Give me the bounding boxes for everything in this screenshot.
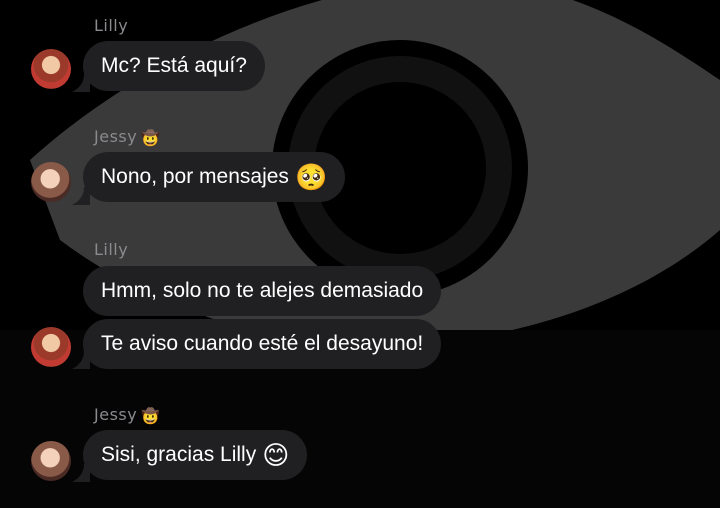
avatar[interactable] [31,49,71,89]
message-bubble[interactable]: Sisi, gracias Lilly 😊 [83,430,308,480]
message-bubble[interactable]: Nono, por mensajes 🥺 [83,152,346,202]
avatar[interactable] [31,441,71,481]
pleading-face-emoji-icon: 🥺 [294,162,328,192]
avatar[interactable] [31,162,71,202]
message-text: Nono, por mensajes [101,165,289,188]
message-text: Hmm, solo no te alejes demasiado [101,279,424,302]
message-text: Te aviso cuando esté el desayuno! [101,332,424,355]
sender-name: Jessy 🤠 [94,127,161,147]
avatar[interactable] [31,327,71,367]
message-text: Mc? Está aquí? [101,54,247,77]
message-text: Sisi, gracias Lilly [101,443,257,466]
message-bubble[interactable]: Te aviso cuando esté el desayuno! [83,319,442,369]
cowboy-emoji-icon: 🤠 [141,407,161,425]
message-bubble[interactable]: Hmm, solo no te alejes demasiado [83,266,442,316]
message-bubble[interactable]: Mc? Está aquí? [83,41,265,91]
smiling-face-emoji-icon: 😊 [262,440,290,470]
sender-name: Lilly [94,16,129,35]
sender-name: Lilly [94,240,129,259]
cowboy-emoji-icon: 🤠 [141,129,161,147]
sender-name: Jessy 🤠 [94,405,161,425]
